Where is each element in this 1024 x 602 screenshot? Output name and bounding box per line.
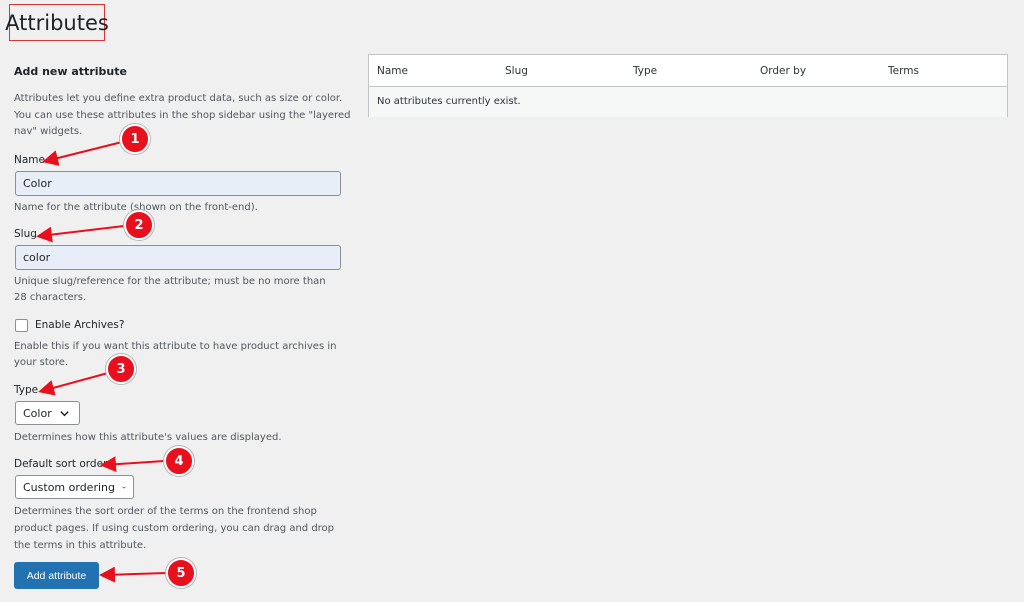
column-header-type[interactable]: Type <box>633 65 657 77</box>
annotation-marker-3: 3 <box>106 354 136 384</box>
intro-text-line-3: nav" widgets. <box>14 126 83 137</box>
annotation-marker-1: 1 <box>120 124 150 154</box>
arrow-3 <box>38 372 109 396</box>
sort-order-label: Default sort order <box>14 458 108 470</box>
sort-order-select-value: Custom ordering <box>23 480 115 494</box>
page-title: Attributes <box>5 10 109 35</box>
sort-order-help-line-3: the terms in this attribute. <box>14 540 147 551</box>
column-header-order-by[interactable]: Order by <box>760 65 806 77</box>
intro-text-line-2: You can use these attributes in the shop… <box>14 110 351 121</box>
slug-help-line-2: 28 characters. <box>14 292 87 303</box>
arrow-4 <box>100 456 165 473</box>
name-input[interactable] <box>15 171 341 196</box>
column-header-name[interactable]: Name <box>377 65 408 77</box>
empty-message: No attributes currently exist. <box>377 96 521 107</box>
type-select[interactable]: Color <box>15 401 80 425</box>
archives-help-line-2: your store. <box>14 357 69 368</box>
intro-text-line-1: Attributes let you define extra product … <box>14 93 343 104</box>
sort-order-help-line-1: Determines the sort order of the terms o… <box>14 506 317 517</box>
table-header: Name Slug Type Order by Terms <box>369 55 1007 87</box>
annotation-marker-4: 4 <box>164 446 194 476</box>
page-title-highlight: Attributes <box>5 4 109 41</box>
slug-input[interactable] <box>15 245 341 270</box>
arrow-5 <box>99 566 167 583</box>
enable-archives-checkbox[interactable] <box>15 319 28 332</box>
annotation-marker-5: 5 <box>166 558 196 588</box>
add-attribute-button[interactable]: Add attribute <box>14 562 99 589</box>
section-title: Add new attribute <box>14 65 127 78</box>
slug-help-line-1: Unique slug/reference for the attribute;… <box>14 276 326 287</box>
attributes-table: Name Slug Type Order by Terms No attribu… <box>368 54 1008 117</box>
chevron-down-icon <box>60 410 69 416</box>
slug-label: Slug <box>14 228 37 240</box>
column-header-terms[interactable]: Terms <box>888 65 919 77</box>
type-select-value: Color <box>23 406 52 420</box>
enable-archives-label[interactable]: Enable Archives? <box>35 319 124 331</box>
annotation-marker-2: 2 <box>124 210 154 240</box>
chevron-down-icon <box>122 486 126 489</box>
name-label: Name <box>14 154 45 166</box>
archives-help-line-1: Enable this if you want this attribute t… <box>14 341 337 352</box>
type-help-text: Determines how this attribute's values a… <box>14 432 282 443</box>
type-label: Type <box>14 384 39 396</box>
column-header-slug[interactable]: Slug <box>505 65 528 77</box>
sort-order-select[interactable]: Custom ordering <box>15 475 134 499</box>
sort-order-help-line-2: product pages. If using custom ordering,… <box>14 523 335 534</box>
arrow-1 <box>42 141 123 166</box>
table-empty-row: No attributes currently exist. <box>369 87 1007 117</box>
arrow-2 <box>36 225 125 243</box>
